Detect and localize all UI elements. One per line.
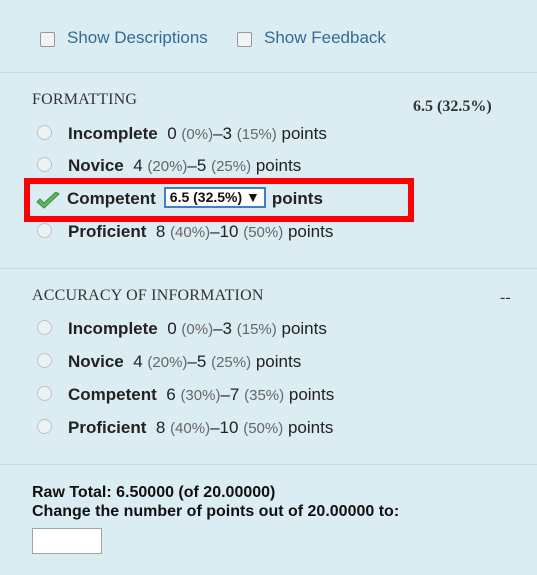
level-radio[interactable]: [37, 125, 52, 141]
level-low-pct: (40%): [170, 420, 211, 437]
level-name: Incomplete: [68, 319, 158, 338]
level-low: 4: [133, 156, 143, 175]
level-name: Incomplete: [68, 124, 158, 143]
level-low-pct: (40%): [170, 224, 211, 241]
level-low-pct: (0%): [181, 321, 214, 338]
level-unit: points: [288, 385, 335, 404]
level-name: Competent: [68, 385, 157, 404]
level-high: 5: [196, 352, 207, 371]
level-name: Proficient: [68, 418, 147, 437]
divider: [0, 268, 537, 269]
level-unit: points: [287, 418, 334, 437]
level-high: 10: [219, 418, 239, 437]
rubric-level-row[interactable]: Competent 6 (30%)–7 (35%) points: [37, 385, 334, 407]
level-name: Novice: [68, 156, 124, 175]
raw-total: Raw Total: 6.50000 (of 20.00000): [32, 484, 276, 501]
level-high-pct: (15%): [236, 321, 277, 338]
level-high: 3: [222, 124, 233, 143]
highlight-box: [24, 178, 414, 222]
rubric-level-row[interactable]: Incomplete 0 (0%)–3 (15%) points: [37, 124, 327, 146]
divider: [0, 464, 537, 465]
points-out-of-input[interactable]: [32, 528, 102, 554]
rubric-level-row[interactable]: Proficient 8 (40%)–10 (50%) points: [37, 418, 333, 440]
level-low: 8: [155, 418, 166, 437]
level-unit: points: [287, 222, 334, 241]
level-high-pct: (15%): [236, 126, 277, 143]
level-low: 0: [167, 319, 177, 338]
change-points-label: Change the number of points out of 20.00…: [32, 503, 400, 520]
rubric-options-row: Show Descriptions Show Feedback: [0, 0, 537, 73]
level-high-pct: (25%): [211, 158, 252, 175]
level-high-pct: (50%): [243, 224, 284, 241]
rubric-level-row[interactable]: Novice 4 (20%)–5 (25%) points: [37, 156, 301, 178]
level-low: 0: [167, 124, 177, 143]
level-low-pct: (20%): [147, 158, 188, 175]
level-radio[interactable]: [37, 386, 52, 402]
level-high-pct: (35%): [244, 387, 285, 404]
level-low: 4: [133, 352, 143, 371]
show-feedback-link[interactable]: Show Feedback: [264, 28, 386, 48]
level-high-pct: (25%): [211, 354, 252, 371]
show-descriptions-checkbox[interactable]: [40, 32, 55, 47]
criterion-score: 6.5 (32.5%): [413, 98, 492, 115]
rubric-level-row[interactable]: Novice 4 (20%)–5 (25%) points: [37, 352, 301, 374]
level-high: 7: [229, 385, 240, 404]
rubric-level-row[interactable]: Incomplete 0 (0%)–3 (15%) points: [37, 319, 327, 341]
level-high-pct: (50%): [243, 420, 284, 437]
level-unit: points: [255, 352, 302, 371]
level-name: Novice: [68, 352, 124, 371]
level-low-pct: (30%): [180, 387, 221, 404]
criterion-score: --: [500, 289, 511, 306]
show-descriptions-link[interactable]: Show Descriptions: [67, 28, 208, 48]
level-radio[interactable]: [37, 353, 52, 369]
level-unit: points: [281, 319, 327, 338]
level-unit: points: [255, 156, 302, 175]
criterion-title: ACCURACY OF INFORMATION: [32, 287, 264, 304]
level-low-pct: (20%): [147, 354, 188, 371]
level-high: 10: [219, 222, 239, 241]
level-unit: points: [281, 124, 327, 143]
level-radio[interactable]: [37, 419, 52, 435]
criterion-title: FORMATTING: [32, 91, 138, 108]
level-name: Proficient: [68, 222, 147, 241]
level-low: 8: [155, 222, 166, 241]
level-radio[interactable]: [37, 157, 52, 173]
level-high: 3: [222, 319, 233, 338]
level-high: 5: [196, 156, 207, 175]
level-radio[interactable]: [37, 320, 52, 336]
level-low: 6: [166, 385, 176, 404]
rubric-level-row[interactable]: Proficient 8 (40%)–10 (50%) points: [37, 222, 333, 244]
show-feedback-checkbox[interactable]: [237, 32, 252, 47]
rubric-panel: Show Descriptions Show Feedback FORMATTI…: [0, 0, 537, 575]
level-radio[interactable]: [37, 223, 52, 239]
level-low-pct: (0%): [181, 126, 214, 143]
